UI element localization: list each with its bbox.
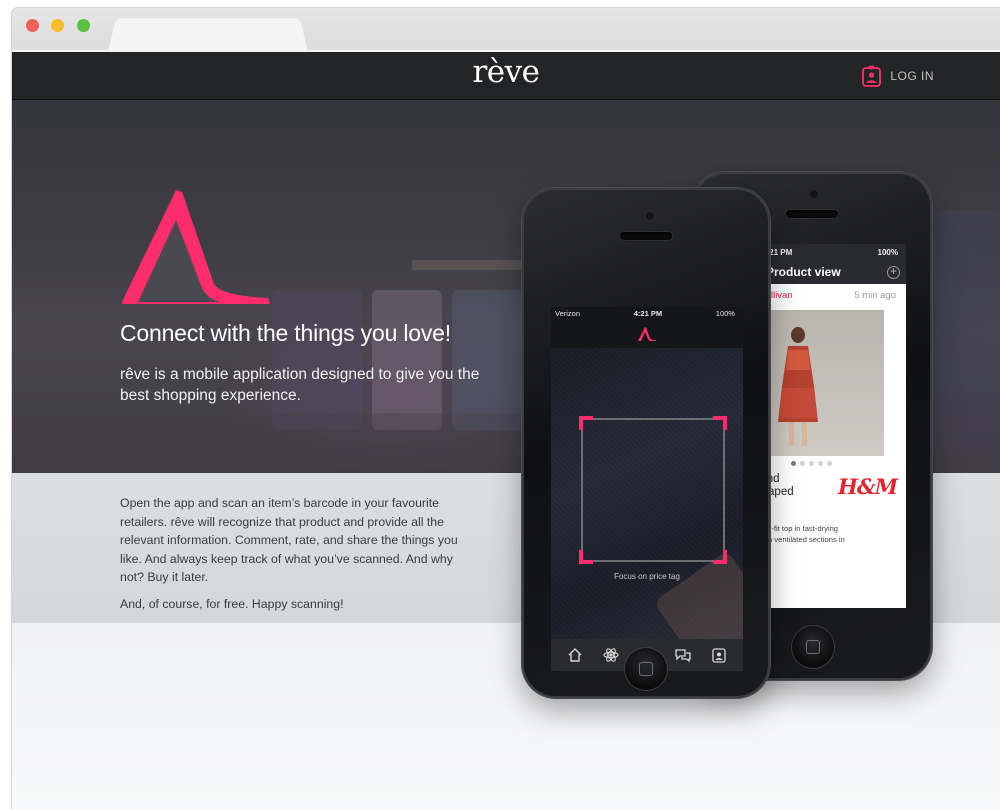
profile-tab-icon[interactable] — [709, 645, 729, 665]
description-paragraph: Open the app and scan an item’s barcode … — [120, 496, 458, 584]
browser-toolbar — [12, 8, 1000, 52]
maximize-window-button[interactable] — [77, 19, 90, 32]
login-label: LOG IN — [890, 69, 934, 83]
scan-hint: Focus on price tag — [614, 572, 680, 581]
status-bar: Verizon 4:21 PM 100% — [551, 307, 743, 320]
user-badge-icon — [862, 65, 882, 87]
reve-brand-mark-icon — [122, 190, 270, 304]
hero-lead-text: rêve is a mobile application designed to… — [120, 366, 480, 404]
phone-camera — [810, 190, 818, 198]
home-tab-icon[interactable] — [565, 645, 585, 665]
brand-logo: H&M — [838, 474, 898, 499]
top-navbar: rève LOG IN — [12, 52, 1000, 100]
reve-logo-icon — [638, 327, 656, 341]
carrier: Verizon — [555, 309, 581, 318]
scan-target-frame — [579, 416, 727, 564]
battery: 100% — [715, 309, 735, 318]
description-paragraph-closing: And, of course, for free. Happy scanning… — [120, 596, 344, 611]
description-text: Open the app and scan an item’s barcode … — [120, 494, 480, 621]
dress-model-image — [778, 327, 818, 446]
site-logo[interactable]: rève — [472, 54, 540, 90]
post-time: 5 min ago — [854, 290, 896, 301]
product-view-title: Product view — [766, 265, 841, 279]
minimize-window-button[interactable] — [51, 19, 64, 32]
browser-tab[interactable] — [120, 18, 296, 52]
browser-window: rève LOG IN Connect with the things you … — [12, 8, 1000, 809]
home-button[interactable] — [625, 648, 667, 690]
phone-speaker — [620, 232, 672, 240]
website: rève LOG IN Connect with the things you … — [12, 52, 1000, 809]
status-time: 4:21 PM — [633, 309, 663, 318]
comments-tab-icon[interactable] — [673, 645, 693, 665]
close-window-button[interactable] — [26, 19, 39, 32]
scanner-screen: Verizon 4:21 PM 100% Focus on price tag — [551, 307, 743, 671]
discover-tab-icon[interactable] — [601, 645, 621, 665]
phone-camera — [646, 212, 654, 220]
home-button[interactable] — [792, 626, 834, 668]
login-button[interactable]: LOG IN — [862, 65, 934, 87]
phone-speaker — [786, 210, 838, 218]
hero-headline: Connect with the things you love! — [120, 320, 451, 346]
camera-viewfinder: Focus on price tag — [551, 348, 743, 639]
add-icon[interactable]: + — [887, 265, 900, 279]
phone-scanner: Verizon 4:21 PM 100% Focus on price tag — [522, 188, 770, 698]
